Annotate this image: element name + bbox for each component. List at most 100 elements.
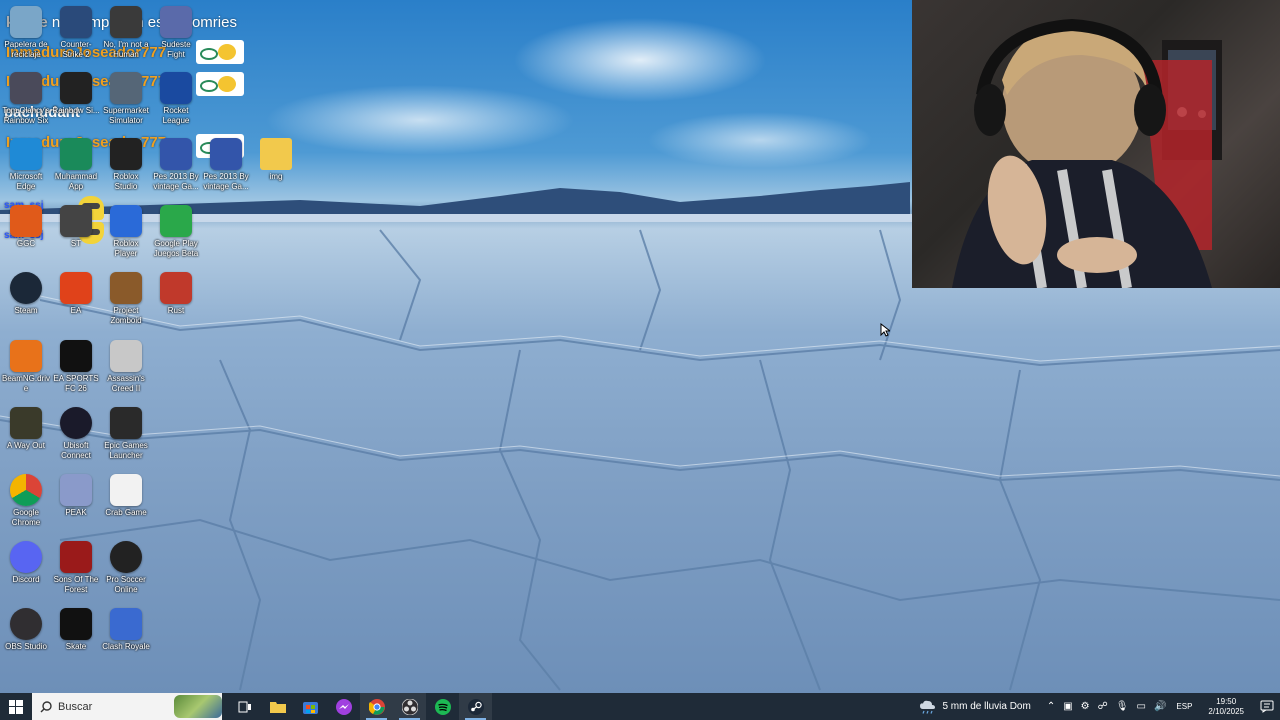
chrome-taskbar-button[interactable] xyxy=(360,693,393,720)
desktop-icon[interactable]: Counter-Strike 2 xyxy=(52,6,100,60)
desktop-icon-label: Project Zomboid xyxy=(110,306,142,325)
desktop-icon[interactable]: Rocket League xyxy=(152,72,200,126)
peak-icon xyxy=(60,474,92,506)
desktop-icon-label: ST xyxy=(70,239,82,248)
steam-taskbar-button[interactable] xyxy=(459,693,492,720)
roblox-studio-icon xyxy=(110,138,142,170)
desktop-icon[interactable]: OBS Studio xyxy=(2,608,50,652)
language-indicator[interactable]: ESP xyxy=(1176,702,1192,711)
desktop-icon[interactable]: A Way Out xyxy=(2,407,50,451)
desktop-icon-label: Counter-Strike 2 xyxy=(60,40,92,59)
desktop-icon[interactable]: Rust xyxy=(152,272,200,316)
chrome-taskbar-icon xyxy=(368,698,385,715)
desktop-icon[interactable]: EA SPORTS FC 26 xyxy=(52,340,100,394)
ea-icon xyxy=(60,272,92,304)
desktop-icon[interactable]: Skate xyxy=(52,608,100,652)
zomboid-icon xyxy=(110,272,142,304)
webcam-overlay xyxy=(912,0,1280,288)
desktop-icon-label: Rocket League xyxy=(162,106,190,125)
desktop-icon-label: Papelera de reciclaje xyxy=(4,40,48,59)
desktop-icon[interactable]: Clash Royale xyxy=(102,608,150,652)
desktop-icon[interactable]: Crab Game xyxy=(102,474,150,518)
chevron-up-icon[interactable]: ⌃ xyxy=(1047,701,1055,712)
search-icon xyxy=(40,700,52,712)
desktop-icon-label: BeamNG.drive xyxy=(2,374,51,393)
game-icon xyxy=(60,72,92,104)
file-explorer-button[interactable] xyxy=(261,693,294,720)
desktop-icon[interactable]: Rainbow Si... xyxy=(52,72,100,116)
desktop-icon-label: img xyxy=(269,172,283,181)
desktop-icon[interactable]: Muhammad App xyxy=(52,138,100,192)
ethernet-icon[interactable]: ▭ xyxy=(1136,701,1145,712)
taskbar-search-box[interactable]: Buscar xyxy=(32,693,222,720)
desktop-icon-label: Crab Game xyxy=(105,508,147,517)
desktop-icon-label: Supermarket Simulator xyxy=(103,106,149,125)
weather-text: 5 mm de lluvia Dom xyxy=(942,701,1031,712)
desktop-icon[interactable]: Pro Soccer Online xyxy=(102,541,150,595)
desktop-icon[interactable]: Ubisoft Connect xyxy=(52,407,100,461)
desktop-icon[interactable]: No, I'm not a Human xyxy=(102,6,150,60)
discord-icon xyxy=(10,541,42,573)
start-button[interactable] xyxy=(0,693,32,720)
taskbar: Buscar 5 mm de lluvia Dom ⌃ ▣ ⚙ ☍ 🎙 ▭ 🔊 … xyxy=(0,693,1280,720)
desktop-icon-label: Rust xyxy=(167,306,185,315)
desktop-icon-label: Google Chrome xyxy=(11,508,41,527)
tray-network-icon[interactable]: ☍ xyxy=(1098,701,1108,712)
soccer-icon xyxy=(110,541,142,573)
desktop-icon[interactable]: Microsoft Edge xyxy=(2,138,50,192)
desktop-icon[interactable]: Pes 2013 By vintage Ga... xyxy=(202,138,250,192)
desktop-icon-label: Steam xyxy=(14,306,38,315)
desktop-icon-label: Pro Soccer Online xyxy=(106,575,146,594)
game-icon xyxy=(110,72,142,104)
desktop-icon[interactable]: Discord xyxy=(2,541,50,585)
desktop-icon-label: A Way Out xyxy=(7,441,45,450)
task-view-icon xyxy=(238,701,251,712)
tray-device-icon[interactable]: ▣ xyxy=(1063,701,1072,712)
desktop-icon[interactable]: GGC xyxy=(2,205,50,249)
weather-widget[interactable]: 5 mm de lluvia Dom xyxy=(919,700,1031,714)
rain-cloud-icon xyxy=(920,700,936,714)
messenger-button[interactable] xyxy=(327,693,360,720)
desktop-icon[interactable]: Roblox Player xyxy=(102,205,150,259)
microsoft-store-button[interactable] xyxy=(294,693,327,720)
desktop-icon[interactable]: PEAK xyxy=(52,474,100,518)
microphone-icon[interactable]: 🎙 xyxy=(1116,701,1129,712)
speaker-icon[interactable]: 🔊 xyxy=(1154,701,1166,712)
search-highlight-image xyxy=(174,695,222,718)
emote-emoji xyxy=(196,72,244,96)
desktop-icon-label: Skate xyxy=(65,642,87,651)
file-explorer-icon xyxy=(269,702,286,713)
desktop-icon[interactable]: Supermarket Simulator xyxy=(102,72,150,126)
desktop-icon[interactable]: EA xyxy=(52,272,100,316)
notifications-button[interactable] xyxy=(1254,700,1280,713)
desktop-icon-label: EA xyxy=(70,306,82,315)
desktop-icon-label: EA SPORTS FC 26 xyxy=(53,374,99,393)
clock-time: 19:50 xyxy=(1216,696,1237,706)
desktop-icon[interactable]: Sudeste Fight xyxy=(152,6,200,60)
desktop-icon[interactable]: img xyxy=(252,138,300,182)
streamer-webcam-feed xyxy=(952,18,1222,288)
clash-royale-icon xyxy=(110,608,142,640)
rainbow-six-icon xyxy=(10,72,42,104)
windows-logo-icon xyxy=(9,699,23,714)
desktop-icon[interactable]: Roblox Studio xyxy=(102,138,150,192)
tray-network-settings-icon[interactable]: ⚙ xyxy=(1081,701,1090,712)
desktop-icon[interactable]: Sons Of The Forest xyxy=(52,541,100,595)
desktop-icon[interactable]: Google Play Juegos Beta xyxy=(152,205,200,259)
obs-taskbar-button[interactable] xyxy=(393,693,426,720)
desktop-icon[interactable]: Steam xyxy=(2,272,50,316)
desktop-icon[interactable]: Epic Games Launcher xyxy=(102,407,150,461)
desktop-icon[interactable]: Project Zomboid xyxy=(102,272,150,326)
spotify-button[interactable] xyxy=(426,693,459,720)
desktop-icon[interactable]: BeamNG.drive xyxy=(2,340,50,394)
desktop-icon-label: Sudeste Fight xyxy=(161,40,191,59)
messenger-icon xyxy=(335,698,352,715)
desktop-icon[interactable]: Pes 2013 By vintage Ga... xyxy=(152,138,200,192)
desktop-icon[interactable]: Google Chrome xyxy=(2,474,50,528)
desktop-icon[interactable]: Tom Clancy's Rainbow Six xyxy=(2,72,50,126)
desktop-icon[interactable]: ST xyxy=(52,205,100,249)
task-view-button[interactable] xyxy=(228,693,261,720)
clock[interactable]: 19:50 2/10/2025 xyxy=(1208,697,1244,717)
desktop-icon[interactable]: Papelera de reciclaje xyxy=(2,6,50,60)
desktop-icon[interactable]: Assassin's Creed II xyxy=(102,340,150,394)
